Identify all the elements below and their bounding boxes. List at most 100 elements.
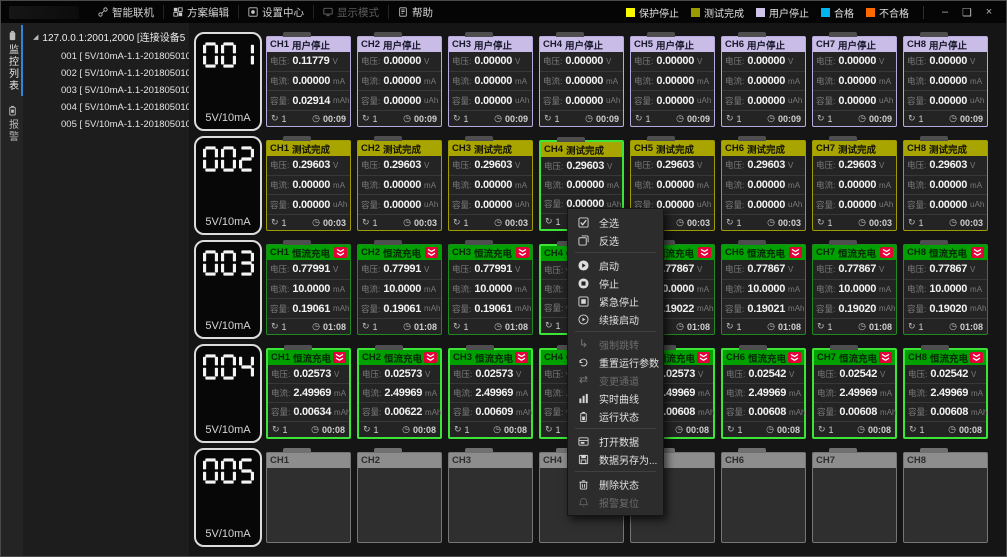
side-tab-label: 监控列表 (5, 44, 20, 92)
channel-card-003-ch3[interactable]: CH3恒流充电电压:0.77991V电流:10.0000mA容量:0.19061… (448, 244, 533, 335)
channel-card-001-ch5[interactable]: CH5用户停止电压:0.00000V电流:0.00000mA容量:0.00000… (630, 36, 715, 127)
context-menu-item-3[interactable]: 启动 (568, 256, 663, 274)
channel-card-001-ch4[interactable]: CH4用户停止电压:0.00000V电流:0.00000mA容量:0.00000… (539, 36, 624, 127)
channel-card-005-ch6[interactable]: CH6 (721, 452, 806, 543)
device-number-panel-002[interactable]: 5V/10mA (194, 136, 262, 235)
capacity-row: 容量:0.00000uAh (540, 91, 623, 111)
context-menu-item-2[interactable]: 反选 (568, 231, 663, 249)
context-menu-item-6[interactable]: 续接启动 (568, 310, 663, 328)
channel-card-003-ch7[interactable]: CH7恒流充电电压:0.77867V电流:10.0000mA容量:0.19020… (812, 244, 897, 335)
channel-card-001-ch2[interactable]: CH2用户停止电压:0.00000V电流:0.00000mA容量:0.00000… (357, 36, 442, 127)
menu-item-4[interactable]: 显示模式 (313, 5, 388, 19)
channel-card-001-ch7[interactable]: CH7用户停止电压:0.00000V电流:0.00000mA容量:0.00000… (812, 36, 897, 127)
channel-footer: ↻1◷00:03 (358, 215, 441, 230)
context-menu-item-12[interactable]: 打开数据 (568, 432, 663, 450)
channel-card-005-ch3[interactable]: CH3 (448, 452, 533, 543)
context-menu-item-15[interactable]: 报警复位 (568, 493, 663, 511)
tree-device-node-1[interactable]: 001 [ 5V/10mA-1.1-20180501001 ] (23, 48, 189, 65)
channel-card-005-ch1[interactable]: CH1 (266, 452, 351, 543)
channel-card-003-ch6[interactable]: CH6恒流充电电压:0.77867V电流:10.0000mA容量:0.19021… (721, 244, 806, 335)
elapsed-time: 00:09 (687, 114, 710, 124)
context-menu-item-11[interactable]: 运行状态 (568, 407, 663, 425)
channel-card-003-ch8[interactable]: CH8恒流充电电压:0.77867V电流:10.0000mA容量:0.19020… (903, 244, 988, 335)
channel-name: CH2 (361, 455, 380, 466)
device-number-panel-004[interactable]: 5V/10mA (194, 344, 262, 443)
channel-card-001-ch6[interactable]: CH6用户停止电压:0.00000V电流:0.00000mA容量:0.00000… (721, 36, 806, 127)
clock-icon: ◷ (402, 424, 410, 435)
channel-card-002-ch1[interactable]: CH1测试完成电压:0.29603V电流:0.00000mA容量:0.00000… (266, 140, 351, 231)
legend-label: 不合格 (879, 5, 909, 20)
channel-footer: ↻1◷00:03 (904, 215, 987, 230)
menu-item-1[interactable]: 智能联机 (89, 5, 163, 19)
device-number-panel-001[interactable]: 5V/10mA (194, 32, 262, 131)
minimize-button[interactable]: – (934, 6, 956, 18)
context-menu-item-4[interactable]: 停止 (568, 274, 663, 292)
context-menu-item-13[interactable]: 数据另存为... (568, 450, 663, 468)
tree-device-node-3[interactable]: 003 [ 5V/10mA-1.1-20180501003 ] (23, 82, 189, 99)
tree-root-node[interactable]: ◢ 127.0.0.1:2001,2000 [连接设备5 台] (23, 23, 189, 48)
channel-values: 电压:0.29603V电流:0.00000mA容量:0.00000uAh (631, 156, 714, 215)
elapsed-time: 00:03 (778, 218, 801, 228)
channel-card-004-ch6[interactable]: CH6恒流充电电压:0.02542V电流:2.49969mA容量:0.00608… (721, 348, 806, 439)
change-channel-icon: ⇄ (579, 375, 588, 386)
channel-card-003-ch1[interactable]: CH1恒流充电电压:0.77991V电流:10.0000mA容量:0.19061… (266, 244, 351, 335)
tree-device-node-4[interactable]: 004 [ 5V/10mA-1.1-20180501004 ] (23, 99, 189, 116)
channel-card-003-ch2[interactable]: CH2恒流充电电压:0.77991V电流:10.0000mA容量:0.19061… (357, 244, 442, 335)
channel-card-002-ch8[interactable]: CH8测试完成电压:0.29603V电流:0.00000mA容量:0.00000… (903, 140, 988, 231)
battery-terminal-nub (465, 448, 493, 453)
channel-card-005-ch7[interactable]: CH7 (812, 452, 897, 543)
channel-card-001-ch3[interactable]: CH3用户停止电压:0.00000V电流:0.00000mA容量:0.00000… (448, 36, 533, 127)
channel-header: CH4测试完成 (541, 142, 622, 157)
context-menu-item-10[interactable]: 实时曲线 (568, 389, 663, 407)
menu-item-5[interactable]: 帮助 (388, 5, 442, 19)
tree-device-node-5[interactable]: 005 [ 5V/10mA-1.1-20180501005 ] (23, 116, 189, 133)
status-legend: 保护停止测试完成用户停止合格不合格 (626, 5, 909, 20)
channel-card-004-ch1[interactable]: CH1恒流充电电压:0.02573V电流:2.49969mA容量:0.00634… (266, 348, 351, 439)
voltage-row: 电压:0.29603V (722, 156, 805, 176)
context-menu-item-14[interactable]: 删除状态 (568, 475, 663, 493)
context-menu-item-7[interactable]: ↳强制跳转 (568, 335, 663, 353)
channel-card-004-ch3[interactable]: CH3恒流充电电压:0.02573V电流:2.49969mA容量:0.00609… (448, 348, 533, 439)
channel-card-002-ch7[interactable]: CH7测试完成电压:0.29603V电流:0.00000mA容量:0.00000… (812, 140, 897, 231)
channel-status: 测试完成 (292, 142, 330, 156)
side-tab-1[interactable]: 监控列表 (1, 23, 23, 98)
context-menu-item-5[interactable]: 紧急停止 (568, 292, 663, 310)
channel-name: CH8 (907, 455, 926, 466)
loop-icon: ↻ (453, 217, 461, 228)
channel-header: CH5测试完成 (631, 141, 714, 156)
channel-card-002-ch6[interactable]: CH6测试完成电压:0.29603V电流:0.00000mA容量:0.00000… (721, 140, 806, 231)
channel-card-004-ch2[interactable]: CH2恒流充电电压:0.02573V电流:2.49969mA容量:0.00622… (357, 348, 442, 439)
side-tab-2[interactable]: 报警 (1, 98, 23, 149)
context-menu-item-1[interactable]: 全选 (568, 213, 663, 231)
elapsed-time: 00:09 (596, 114, 619, 124)
battery-terminal-nub (465, 32, 493, 37)
menu-item-3[interactable]: 设置中心 (238, 5, 313, 19)
channel-card-004-ch8[interactable]: CH8恒流充电电压:0.02542V电流:2.49969mA容量:0.00608… (903, 348, 988, 439)
channel-values: 电压:0.77991V电流:10.0000mA容量:0.19061mAh (449, 260, 532, 319)
battery-terminal-nub (284, 345, 312, 350)
context-menu-item-label: 重置运行参数 (599, 355, 659, 370)
channel-name: CH2 (361, 39, 380, 50)
channel-card-005-ch2[interactable]: CH2 (357, 452, 442, 543)
close-button[interactable]: × (978, 6, 1000, 18)
battery-terminal-nub (829, 32, 857, 37)
menu-item-2[interactable]: 方案编辑 (163, 5, 238, 19)
restore-button[interactable]: ❏ (956, 6, 978, 19)
channel-card-002-ch3[interactable]: CH3测试完成电压:0.29603V电流:0.00000mA容量:0.00000… (448, 140, 533, 231)
voltage-row: 电压:0.02542V (905, 365, 986, 384)
channel-card-002-ch2[interactable]: CH2测试完成电压:0.29603V电流:0.00000mA容量:0.00000… (357, 140, 442, 231)
context-menu-item-8[interactable]: 重置运行参数 (568, 353, 663, 371)
battery-terminal-nub (738, 240, 766, 245)
channel-card-004-ch7[interactable]: CH7恒流充电电压:0.02542V电流:2.49969mA容量:0.00608… (812, 348, 897, 439)
plan-edit-icon (173, 7, 183, 17)
device-number-panel-005[interactable]: 5V/10mA (194, 448, 262, 547)
channel-card-005-ch8[interactable]: CH8 (903, 452, 988, 543)
loop-icon: ↻ (271, 217, 279, 228)
device-number-panel-003[interactable]: 5V/10mA (194, 240, 262, 339)
context-menu-item-9[interactable]: ⇄变更通道 (568, 371, 663, 389)
tree-device-node-2[interactable]: 002 [ 5V/10mA-1.1-20180501002 ] (23, 65, 189, 82)
channel-card-001-ch1[interactable]: CH1用户停止电压:0.11779V电流:0.00000mA容量:0.02914… (266, 36, 351, 127)
channel-card-001-ch8[interactable]: CH8用户停止电压:0.00000V电流:0.00000mA容量:0.00000… (903, 36, 988, 127)
tree-expander-icon[interactable]: ◢ (33, 33, 38, 41)
channel-status: 测试完成 (474, 142, 512, 156)
